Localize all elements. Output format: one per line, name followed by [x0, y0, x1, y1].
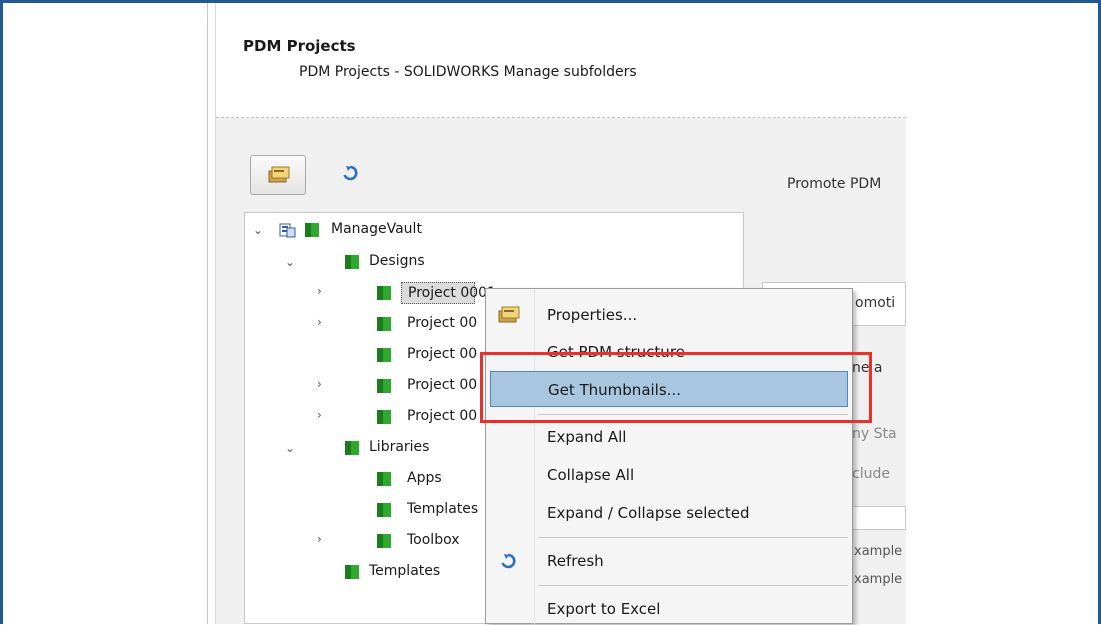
menu-separator [538, 585, 848, 586]
tree-label: Designs [369, 253, 425, 269]
menu-item-label: Expand / Collapse selected [547, 504, 750, 522]
chevron-down-icon[interactable]: ⌄ [285, 441, 295, 455]
folder-icon [377, 503, 391, 517]
menu-item-label: Refresh [547, 552, 604, 570]
page-header: PDM Projects PDM Projects - SOLIDWORKS M… [216, 3, 906, 118]
example-text: xample [854, 572, 903, 587]
menu-item-expand-all[interactable]: Expand All [486, 421, 852, 453]
menu-item-refresh[interactable]: Refresh [486, 545, 852, 577]
tree-label: Project 00 [407, 377, 478, 393]
menu-item-properties[interactable]: Properties... [486, 299, 852, 331]
page-subtitle: PDM Projects - SOLIDWORKS Manage subfold… [299, 64, 637, 80]
menu-item-expand-collapse-selected[interactable]: Expand / Collapse selected [486, 497, 852, 529]
folder-icon [377, 348, 391, 362]
tree-label: Templates [407, 501, 479, 517]
chevron-down-icon[interactable]: ⌄ [253, 223, 263, 237]
menu-item-label: Properties... [547, 306, 638, 324]
chevron-right-icon[interactable]: › [317, 377, 322, 391]
chevron-right-icon[interactable]: › [317, 284, 322, 298]
tree-label: Project 00 [407, 408, 478, 424]
page-title: PDM Projects [243, 37, 356, 55]
folder-icon [345, 441, 359, 455]
chevron-down-icon[interactable]: ⌄ [285, 255, 295, 269]
folder-icon [305, 223, 319, 237]
folder-icon [345, 565, 359, 579]
folder-icon [377, 534, 391, 548]
chevron-right-icon[interactable]: › [317, 532, 322, 546]
vault-icon [279, 223, 296, 238]
tree-label: Libraries [369, 439, 430, 455]
any-state-text: ny Sta [852, 426, 897, 442]
box-text: omoti [855, 295, 896, 311]
menu-item-collapse-all[interactable]: Collapse All [486, 459, 852, 491]
folder-icon [377, 317, 391, 331]
tree-label: Project 00 [407, 315, 478, 331]
tree-label: ManageVault [331, 221, 422, 237]
tree-label: Templates [369, 563, 441, 579]
properties-button[interactable] [250, 155, 306, 195]
chevron-right-icon[interactable]: › [317, 408, 322, 422]
properties-icon [268, 166, 290, 183]
tree-label: Toolbox [407, 532, 460, 548]
folder-icon [377, 379, 391, 393]
menu-item-label: Expand All [547, 428, 627, 446]
folder-icon [377, 472, 391, 486]
menu-item-label: Export to Excel [547, 600, 661, 618]
folder-icon [377, 286, 391, 300]
folder-icon [345, 255, 359, 269]
chevron-right-icon[interactable]: › [317, 315, 322, 329]
callout-highlight [480, 352, 872, 423]
menu-item-export-excel[interactable]: Export to Excel [486, 593, 852, 625]
folder-icon [377, 410, 391, 424]
blank-area [906, 3, 1098, 624]
context-menu: Properties... Get PDM structure Get Thum… [485, 288, 853, 625]
tree-label: Project 0001 [401, 282, 496, 304]
refresh-icon [343, 165, 358, 181]
example-text: xample [854, 544, 903, 559]
refresh-button[interactable] [342, 165, 358, 185]
refresh-icon [501, 553, 516, 569]
properties-icon [498, 306, 520, 323]
tree-label: Apps [407, 470, 442, 486]
include-text: clude [852, 466, 890, 482]
menu-item-label: Collapse All [547, 466, 635, 484]
tree-label: Project 00 [407, 346, 478, 362]
divider [207, 3, 208, 624]
promote-label: Promote PDM [787, 176, 882, 192]
menu-separator [538, 537, 848, 538]
